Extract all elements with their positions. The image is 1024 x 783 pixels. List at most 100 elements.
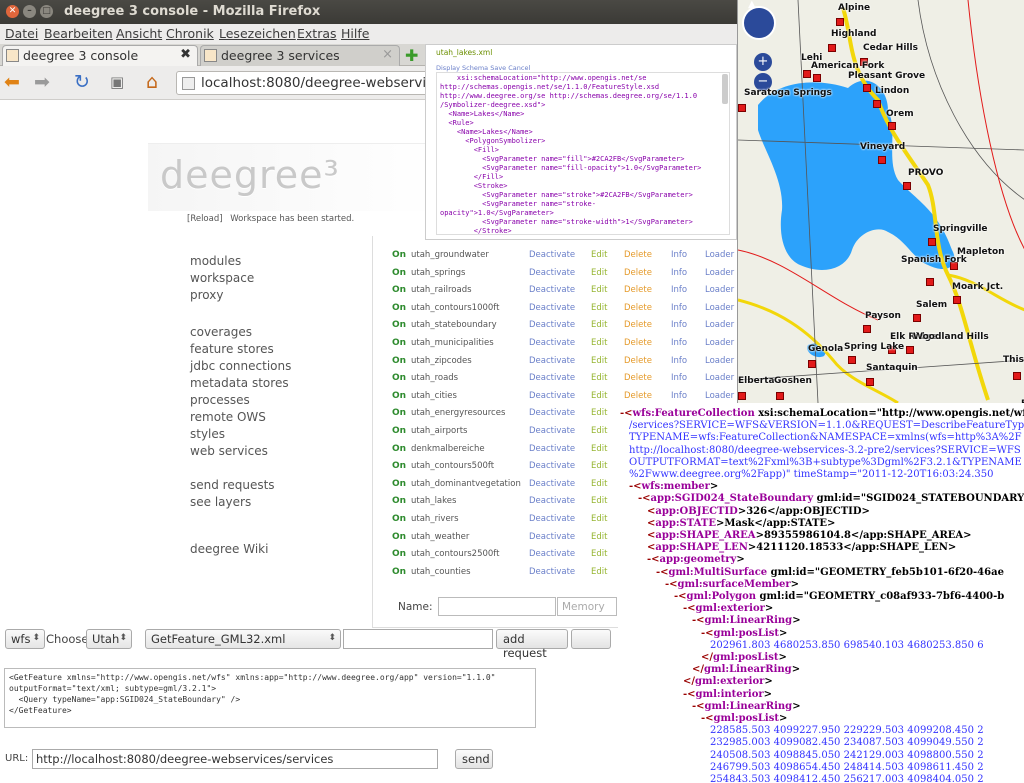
- loader-link[interactable]: Loader: [705, 356, 734, 366]
- xml-marker[interactable]: -<: [701, 628, 714, 639]
- request-body-textarea[interactable]: <GetFeature xmlns="http://www.opengis.ne…: [4, 668, 536, 728]
- new-tab-icon[interactable]: ✚: [405, 46, 418, 65]
- menu-datei[interactable]: Datei: [5, 26, 38, 41]
- edit-link[interactable]: Edit: [591, 479, 607, 489]
- menu-workspace[interactable]: workspace: [190, 271, 254, 285]
- xml-marker[interactable]: -<: [701, 713, 714, 724]
- xml-marker[interactable]: -<: [683, 689, 696, 700]
- home-icon[interactable]: ⌂: [146, 72, 158, 92]
- delete-link[interactable]: Delete: [624, 356, 652, 366]
- delete-link[interactable]: Delete: [624, 303, 652, 313]
- xml-marker[interactable]: -<: [683, 603, 696, 614]
- edit-link[interactable]: Edit: [591, 567, 607, 577]
- xml-marker[interactable]: -<: [647, 554, 660, 565]
- info-link[interactable]: Info: [671, 338, 687, 348]
- menu-styles[interactable]: styles: [190, 427, 225, 441]
- edit-link[interactable]: Edit: [591, 549, 607, 559]
- info-link[interactable]: Info: [671, 285, 687, 295]
- service-select[interactable]: wfs ⬍: [5, 629, 45, 649]
- xml-marker[interactable]: -<: [665, 579, 678, 590]
- loader-link[interactable]: Loader: [705, 373, 734, 383]
- xml-marker[interactable]: -<: [692, 615, 705, 626]
- delete-link[interactable]: Delete: [624, 285, 652, 295]
- menu-remote-ows[interactable]: remote OWS: [190, 410, 266, 424]
- style-code-editor[interactable]: xsi:schemaLocation="http://www.opengis.n…: [436, 72, 730, 235]
- info-link[interactable]: Info: [671, 268, 687, 278]
- deactivate-link[interactable]: Deactivate: [529, 285, 575, 295]
- request-extra-button[interactable]: [571, 629, 611, 649]
- style-editor-scrollbar[interactable]: [722, 74, 728, 104]
- deactivate-link[interactable]: Deactivate: [529, 532, 575, 542]
- close-window-icon[interactable]: ✕: [6, 5, 19, 18]
- edit-link[interactable]: Edit: [591, 496, 607, 506]
- zoom-in-icon[interactable]: +: [754, 53, 772, 71]
- menu-bearbeiten[interactable]: Bearbeiten: [44, 26, 113, 41]
- menu-jdbc-connections[interactable]: jdbc connections: [190, 359, 291, 373]
- edit-link[interactable]: Edit: [591, 391, 607, 401]
- menu-chronik[interactable]: Chronik: [166, 26, 214, 41]
- xml-marker[interactable]: -<: [629, 481, 642, 492]
- edit-link[interactable]: Edit: [591, 250, 607, 260]
- loader-link[interactable]: Loader: [705, 391, 734, 401]
- deactivate-link[interactable]: Deactivate: [529, 391, 575, 401]
- pan-up-icon[interactable]: ▲: [748, 0, 756, 10]
- edit-link[interactable]: Edit: [591, 320, 607, 330]
- loader-link[interactable]: Loader: [705, 338, 734, 348]
- deactivate-link[interactable]: Deactivate: [529, 320, 575, 330]
- xml-marker[interactable]: -<: [692, 701, 705, 712]
- menu-web-services[interactable]: web services: [190, 444, 268, 458]
- edit-link[interactable]: Edit: [591, 532, 607, 542]
- memory-select[interactable]: Memory: [557, 597, 617, 616]
- tab-console[interactable]: deegree 3 console ✖: [2, 45, 198, 66]
- deactivate-link[interactable]: Deactivate: [529, 567, 575, 577]
- close-tab-icon[interactable]: ✖: [180, 47, 191, 62]
- xml-marker[interactable]: </: [683, 676, 695, 687]
- xml-marker[interactable]: </: [692, 664, 704, 675]
- xml-marker[interactable]: -<: [674, 591, 687, 602]
- layer-map[interactable]: ▲ + − Alpine Highland Cedar Hills Lehi Ameri…: [737, 0, 1024, 403]
- info-link[interactable]: Info: [671, 250, 687, 260]
- xml-marker[interactable]: -<: [638, 493, 651, 504]
- bookmark-icon[interactable]: ▣: [110, 72, 124, 92]
- loader-link[interactable]: Loader: [705, 268, 734, 278]
- delete-link[interactable]: Delete: [624, 268, 652, 278]
- edit-link[interactable]: Edit: [591, 285, 607, 295]
- request-file-select[interactable]: GetFeature_GML32.xml ⬍: [145, 629, 341, 649]
- edit-link[interactable]: Edit: [591, 268, 607, 278]
- deactivate-link[interactable]: Deactivate: [529, 338, 575, 348]
- delete-link[interactable]: Delete: [624, 391, 652, 401]
- menu-processes[interactable]: processes: [190, 393, 250, 407]
- deactivate-link[interactable]: Deactivate: [529, 408, 575, 418]
- workspace-select[interactable]: Utah ⬍: [86, 629, 132, 649]
- add-request-button[interactable]: add request: [496, 629, 568, 660]
- info-link[interactable]: Info: [671, 373, 687, 383]
- deactivate-link[interactable]: Deactivate: [529, 461, 575, 471]
- pan-control[interactable]: [742, 6, 776, 40]
- menu-coverages[interactable]: coverages: [190, 325, 252, 339]
- info-link[interactable]: Info: [671, 391, 687, 401]
- back-arrow-icon[interactable]: ⬅: [4, 72, 20, 92]
- edit-link[interactable]: Edit: [591, 373, 607, 383]
- menu-proxy[interactable]: proxy: [190, 288, 223, 302]
- url-input[interactable]: http://localhost:8080/deegree-webservice…: [32, 749, 438, 769]
- loader-link[interactable]: Loader: [705, 285, 734, 295]
- menu-deegree-wiki[interactable]: deegree Wiki: [190, 542, 268, 556]
- menu-send-requests[interactable]: send requests: [190, 478, 275, 492]
- reload-link[interactable]: [Reload]: [187, 214, 223, 224]
- info-link[interactable]: Info: [671, 356, 687, 366]
- deactivate-link[interactable]: Deactivate: [529, 426, 575, 436]
- xml-marker[interactable]: -<: [656, 567, 669, 578]
- loader-link[interactable]: Loader: [705, 303, 734, 313]
- deactivate-link[interactable]: Deactivate: [529, 444, 575, 454]
- edit-link[interactable]: Edit: [591, 444, 607, 454]
- xml-marker[interactable]: </: [701, 652, 713, 663]
- edit-link[interactable]: Edit: [591, 426, 607, 436]
- deactivate-link[interactable]: Deactivate: [529, 479, 575, 489]
- reload-icon[interactable]: ↻: [74, 72, 90, 92]
- menu-feature-stores[interactable]: feature stores: [190, 342, 274, 356]
- send-button[interactable]: send: [455, 749, 493, 769]
- info-link[interactable]: Info: [671, 303, 687, 313]
- edit-link[interactable]: Edit: [591, 408, 607, 418]
- edit-link[interactable]: Edit: [591, 356, 607, 366]
- loader-link[interactable]: Loader: [705, 250, 734, 260]
